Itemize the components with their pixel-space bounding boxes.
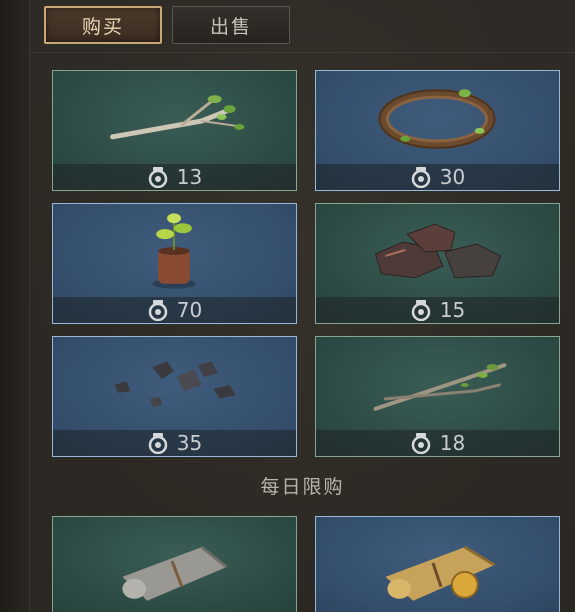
medal-coin-icon	[148, 300, 168, 321]
twig-icon	[110, 95, 245, 140]
item-price: 13	[176, 165, 203, 189]
daily-limit-section-title: 每日限购	[260, 476, 345, 498]
medal-coin-icon	[148, 433, 168, 454]
medal-coin-icon	[411, 433, 431, 454]
price-bar: 15	[316, 297, 559, 323]
price-bar: 35	[53, 430, 296, 456]
price-bar: 18	[316, 430, 559, 456]
price-bar: 70	[53, 297, 296, 323]
item-card-ore-fragments[interactable]: 35	[52, 336, 297, 457]
tab-buy[interactable]: 购买	[44, 6, 162, 44]
item-price: 35	[176, 431, 203, 455]
gold-coin-icon	[450, 570, 479, 599]
daily-card-gold-scroll[interactable]	[315, 516, 560, 612]
item-card-potted-sapling[interactable]: 70	[52, 203, 297, 324]
medal-coin-icon	[411, 300, 431, 321]
price-bar: 13	[53, 164, 296, 190]
item-price: 30	[439, 165, 466, 189]
potted-sapling-icon	[152, 213, 196, 289]
vine-wreath-icon	[378, 89, 496, 149]
item-card-vine-wreath[interactable]: 30	[315, 70, 560, 191]
price-bar: 30	[316, 164, 559, 190]
left-edge-strip	[0, 0, 30, 612]
scroll-icon	[122, 545, 228, 601]
tabs-divider	[30, 52, 575, 53]
medal-coin-icon	[411, 167, 431, 188]
medal-coin-icon	[148, 167, 168, 188]
shop-tabs: 购买 出售	[44, 6, 290, 46]
item-card-twig[interactable]: 13	[52, 70, 297, 191]
daily-card-grey-scroll[interactable]	[52, 516, 297, 612]
item-price: 18	[439, 431, 466, 455]
item-card-branches[interactable]: 18	[315, 336, 560, 457]
item-price: 15	[439, 298, 466, 322]
ore-fragments-icon	[114, 361, 236, 407]
gold-scroll-icon	[385, 545, 496, 601]
iron-ore-icon	[374, 223, 502, 279]
item-price: 70	[176, 298, 203, 322]
tab-sell[interactable]: 出售	[172, 6, 290, 44]
branches-icon	[373, 363, 507, 411]
item-card-iron-ore[interactable]: 15	[315, 203, 560, 324]
